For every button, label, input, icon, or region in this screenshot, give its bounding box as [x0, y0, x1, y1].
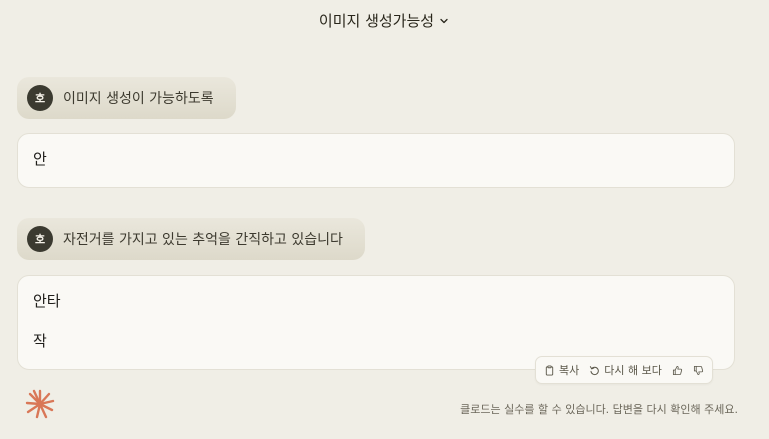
- copy-button[interactable]: 복사: [544, 362, 579, 378]
- conversation-title: 이미지 생성가능성: [318, 12, 435, 30]
- copy-label: 복사: [559, 364, 580, 377]
- reply-line: 안: [33, 150, 47, 168]
- assistant-reply: 안: [17, 133, 735, 188]
- clipboard-icon: [545, 364, 554, 376]
- user-message-text: 이미지 생성이 가능하도록: [63, 91, 214, 107]
- avatar: 호: [27, 226, 53, 252]
- retry-button[interactable]: 다시 해 보다: [589, 362, 662, 378]
- thumbs-down-button[interactable]: [693, 365, 704, 376]
- thumbs-up-icon: [672, 365, 682, 375]
- conversation-title-button[interactable]: 이미지 생성가능성: [313, 8, 456, 33]
- chevron-down-icon: [440, 18, 448, 23]
- user-message: 호 자전거를 가지고 있는 추억을 간직하고 있습니다: [17, 218, 365, 260]
- user-message: 호 이미지 생성이 가능하도록: [17, 77, 236, 119]
- header: 이미지 생성가능성: [0, 8, 769, 33]
- retry-label: 다시 해 보다: [604, 364, 662, 377]
- reply-line: 작: [33, 332, 47, 350]
- disclaimer-text: 클로드는 실수를 할 수 있습니다. 답변을 다시 확인해 주세요.: [460, 403, 738, 416]
- avatar: 호: [27, 85, 53, 111]
- thumbs-down-icon: [693, 365, 703, 375]
- user-message-text: 자전거를 가지고 있는 추억을 간직하고 있습니다: [63, 232, 343, 248]
- retry-icon: [590, 365, 600, 375]
- claude-logo-icon: [25, 389, 55, 419]
- message-actions: 복사 다시 해 보다: [535, 356, 713, 384]
- reply-line: 안타: [33, 292, 61, 310]
- thumbs-up-button[interactable]: [672, 365, 683, 376]
